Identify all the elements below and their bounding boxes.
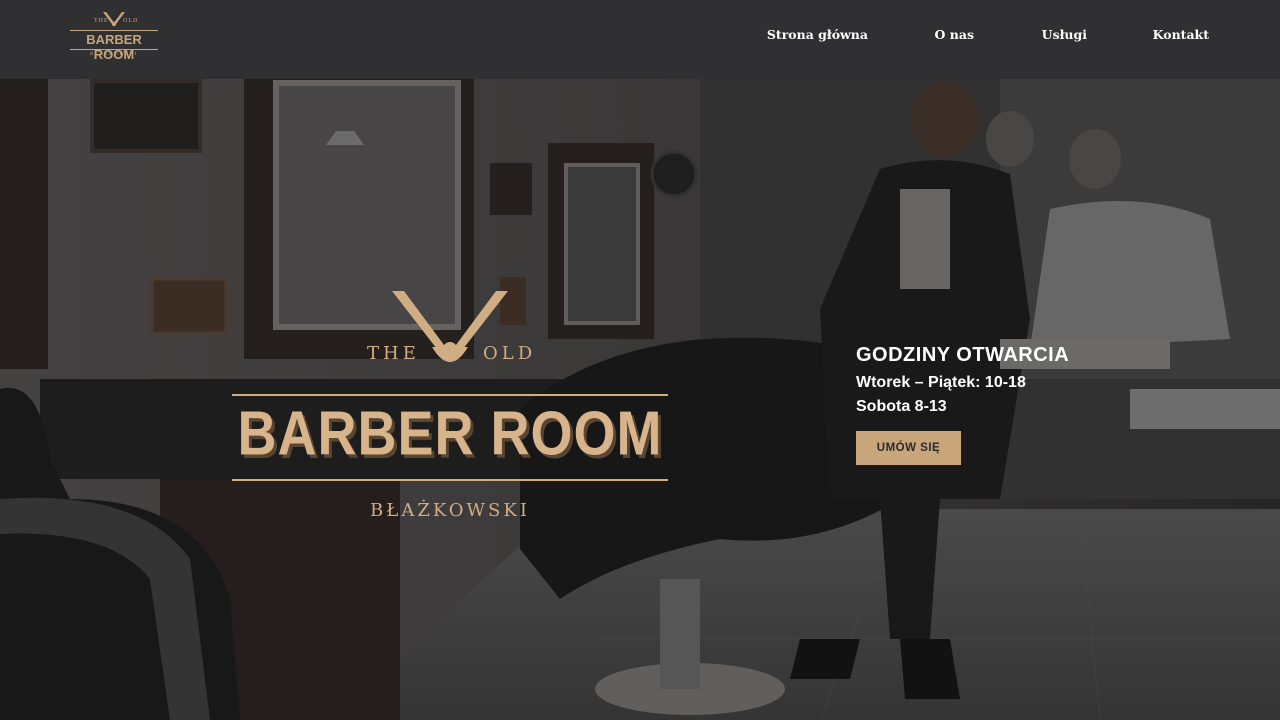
hero-logo: THE OLD BARBER ROOM BŁAŻKOWSKI <box>232 287 668 527</box>
nav-item-contact[interactable]: Kontakt <box>1153 27 1209 42</box>
site-logo[interactable]: THE OLD BARBER ROOM BŁAŻKOWSKI <box>68 8 160 62</box>
hero-logo-rule-top <box>232 394 668 396</box>
logo-sub: BŁAŻKOWSKI <box>89 52 139 57</box>
logo-the: THE <box>94 18 109 24</box>
site-header: THE OLD BARBER ROOM BŁAŻKOWSKI Strona gł… <box>0 0 1280 79</box>
logo-old: OLD <box>123 18 139 24</box>
logo-rule-top <box>70 30 158 31</box>
opening-hours-saturday: Sobota 8-13 <box>856 398 947 415</box>
razor-icon <box>392 291 508 362</box>
hero-logo-the: THE <box>367 343 420 364</box>
nav-item-services[interactable]: Usługi <box>1042 27 1087 42</box>
nav-item-about[interactable]: O nas <box>935 27 974 42</box>
nav-item-home[interactable]: Strona główna <box>767 27 868 42</box>
opening-hours-weekdays: Wtorek – Piątek: 10-18 <box>856 374 1026 391</box>
hero-logo-sub: BŁAŻKOWSKI <box>370 500 530 521</box>
logo-rule-bottom <box>70 49 158 50</box>
opening-hours: GODZINY OTWARCIA Wtorek – Piątek: 10-18 … <box>856 344 1069 416</box>
hero-logo-name: BARBER ROOM <box>237 399 663 469</box>
hero-logo-old: OLD <box>483 343 537 364</box>
hero-logo-rule-bottom <box>232 479 668 481</box>
logo-name: BARBER ROOM <box>86 32 142 62</box>
book-appointment-button[interactable]: UMÓW SIĘ <box>856 431 961 465</box>
hero-section: THE OLD BARBER ROOM BŁAŻKOWSKI GODZINY O… <box>0 79 1280 720</box>
razor-icon <box>103 12 125 27</box>
opening-hours-title: GODZINY OTWARCIA <box>856 344 1070 366</box>
